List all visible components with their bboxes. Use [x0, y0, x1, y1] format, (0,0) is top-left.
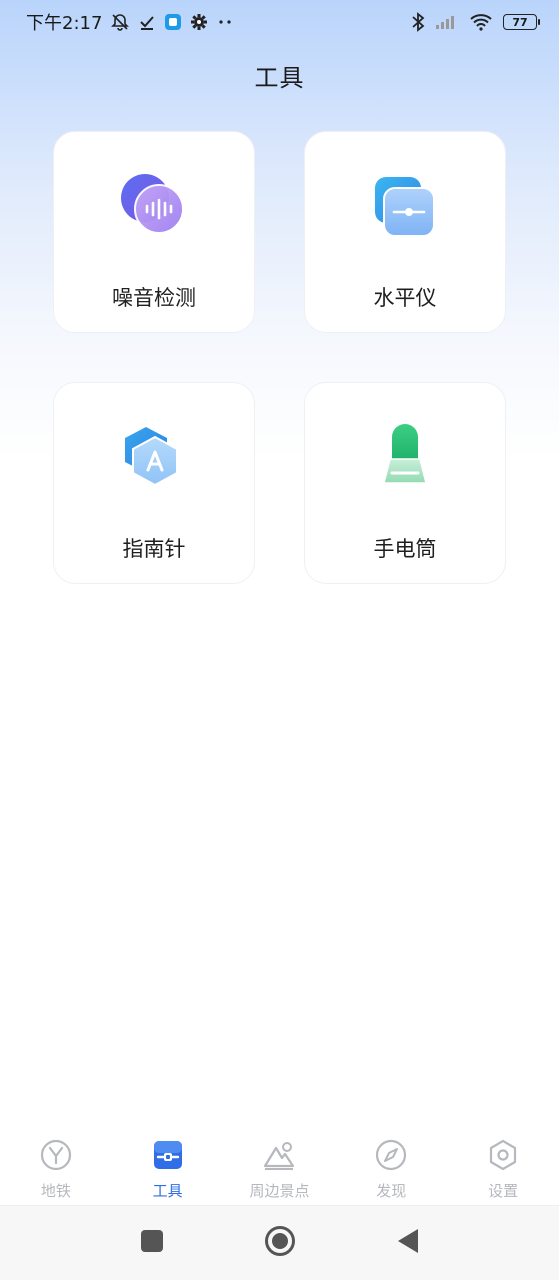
settings-icon — [486, 1138, 520, 1176]
gear-icon — [190, 13, 208, 31]
check-icon — [138, 13, 156, 31]
nav-item-tools[interactable]: 工具 — [118, 1128, 218, 1201]
page-title: 工具 — [254, 64, 305, 92]
status-bar: 下午2:17 77 — [0, 0, 559, 44]
tool-card-level[interactable]: 水平仪 — [304, 131, 506, 333]
tool-label: 手电筒 — [373, 537, 437, 561]
tool-card-compass[interactable]: 指南针 — [53, 382, 255, 584]
nav-label: 发现 — [376, 1182, 407, 1200]
discover-icon — [374, 1138, 408, 1176]
metro-icon — [39, 1138, 73, 1176]
wifi-icon — [469, 13, 493, 31]
tool-label: 噪音检测 — [112, 286, 196, 310]
tool-card-flashlight[interactable]: 手电筒 — [304, 382, 506, 584]
nav-item-settings[interactable]: 设置 — [453, 1128, 553, 1201]
nav-item-discover[interactable]: 发现 — [341, 1128, 441, 1201]
nav-label: 地铁 — [40, 1182, 71, 1200]
nav-label: 设置 — [488, 1182, 519, 1200]
noise-detector-icon — [119, 172, 189, 242]
nav-label: 工具 — [152, 1182, 183, 1200]
bluetooth-icon — [411, 12, 425, 32]
level-icon — [370, 172, 440, 242]
battery-indicator: 77 — [503, 14, 540, 30]
tool-label: 指南针 — [122, 537, 186, 561]
recent-apps-button[interactable] — [140, 1229, 164, 1257]
tools-icon — [151, 1138, 185, 1176]
compass-icon — [119, 423, 189, 493]
back-button[interactable] — [396, 1228, 420, 1258]
app-notification-icon — [164, 13, 182, 31]
home-button[interactable] — [264, 1225, 296, 1261]
more-dots-icon — [216, 13, 234, 31]
system-nav-bar — [0, 1206, 559, 1280]
tool-card-noise-detector[interactable]: 噪音检测 — [53, 131, 255, 333]
status-time: 下午2:17 — [26, 13, 103, 34]
mute-bell-icon — [110, 12, 130, 32]
flashlight-icon — [370, 423, 440, 493]
nav-item-scenic-spots[interactable]: 周边景点 — [229, 1128, 329, 1201]
bottom-nav: 地铁 工具 周边景点 发现 设置 — [0, 1128, 559, 1204]
scenic-spot-icon — [262, 1138, 296, 1176]
nav-item-metro[interactable]: 地铁 — [6, 1128, 106, 1201]
nav-label: 周边景点 — [249, 1182, 310, 1200]
signal-icon — [435, 14, 459, 30]
tool-label: 水平仪 — [373, 286, 437, 310]
